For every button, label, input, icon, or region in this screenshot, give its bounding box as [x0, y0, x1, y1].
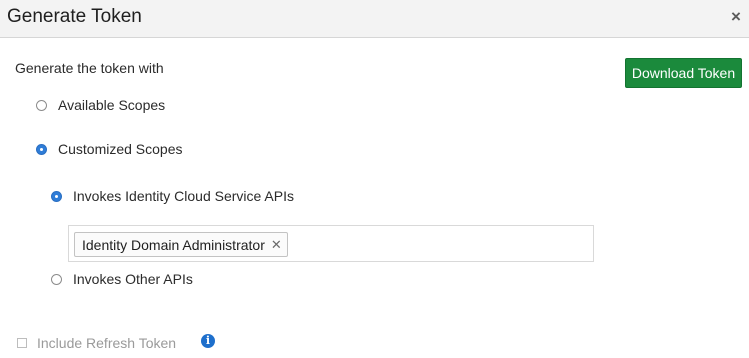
radio-unchecked-icon[interactable]: [36, 99, 47, 111]
radio-label: Available Scopes: [58, 97, 166, 113]
section-label: Generate the token with: [15, 60, 164, 76]
remove-chip-icon[interactable]: ✕: [271, 237, 282, 253]
radio-customized-scopes[interactable]: Customized Scopes: [36, 141, 183, 157]
checkbox-icon[interactable]: [17, 338, 27, 348]
radio-checked-icon[interactable]: [51, 190, 62, 202]
download-token-button[interactable]: Download Token: [625, 58, 742, 88]
radio-label: Invokes Identity Cloud Service APIs: [73, 188, 294, 204]
scope-selector-input[interactable]: Identity Domain Administrator ✕: [68, 225, 594, 262]
checkbox-label: Include Refresh Token: [37, 335, 177, 351]
radio-unchecked-icon[interactable]: [51, 273, 62, 285]
radio-invokes-idcs-apis[interactable]: Invokes Identity Cloud Service APIs: [51, 188, 294, 204]
dialog-title: Generate Token: [7, 6, 142, 27]
include-refresh-token-checkbox[interactable]: Include Refresh Token: [17, 335, 176, 351]
dialog-header: Generate Token ×: [0, 0, 749, 38]
radio-label: Customized Scopes: [58, 141, 183, 157]
close-icon[interactable]: ×: [728, 8, 744, 25]
radio-checked-icon[interactable]: [36, 143, 47, 155]
radio-label: Invokes Other APIs: [73, 271, 193, 287]
radio-available-scopes[interactable]: Available Scopes: [36, 97, 165, 113]
radio-invokes-other-apis[interactable]: Invokes Other APIs: [51, 271, 193, 287]
scope-chip-label: Identity Domain Administrator: [82, 236, 265, 253]
scope-chip: Identity Domain Administrator ✕: [74, 232, 288, 257]
info-icon[interactable]: i: [201, 334, 215, 348]
